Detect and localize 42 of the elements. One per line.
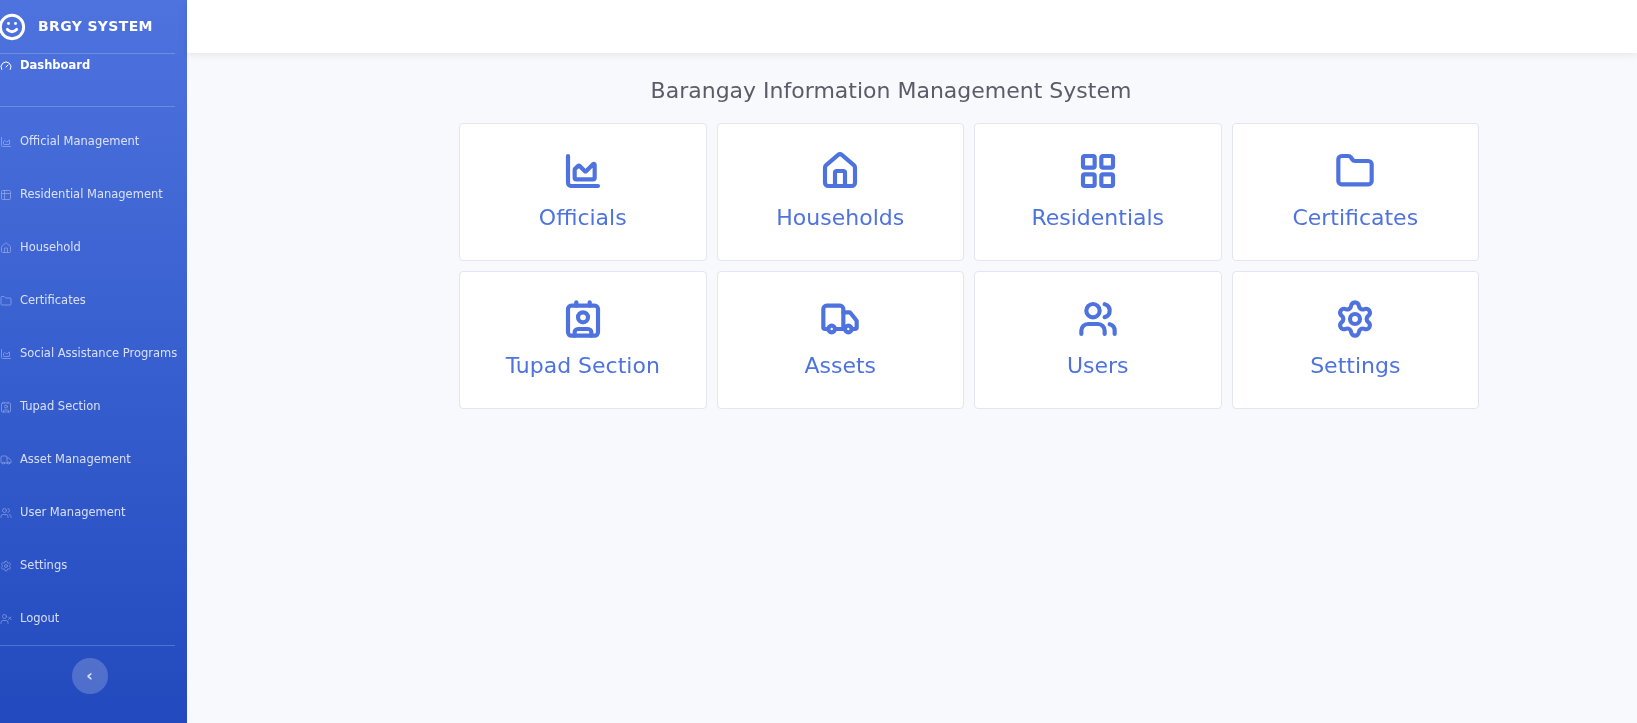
- dashboard-card[interactable]: Settings: [1231, 271, 1479, 409]
- table-icon: [0, 189, 12, 201]
- sidebar-item[interactable]: Certificates: [0, 274, 187, 327]
- dashboard-card[interactable]: Officials: [459, 123, 707, 261]
- sidebar-item[interactable]: Logout: [0, 592, 187, 645]
- dashboard-card[interactable]: Certificates: [1231, 123, 1479, 261]
- smiley-logo-icon: [0, 12, 26, 41]
- dashboard-card[interactable]: Tupad Section: [459, 271, 707, 409]
- house-icon: [0, 242, 12, 254]
- card-label: Tupad Section: [505, 351, 660, 380]
- brand-name: BRGY SYSTEM: [38, 17, 153, 36]
- dashboard-card[interactable]: Users: [974, 271, 1222, 409]
- sidebar-toggle-button[interactable]: ‹: [71, 658, 108, 694]
- chart-icon: [0, 136, 12, 148]
- gauge-icon: [0, 60, 12, 72]
- dashboard-card[interactable]: Residentials: [974, 123, 1222, 261]
- card-label: Settings: [1310, 351, 1401, 380]
- sidebar-item[interactable]: Tupad Section: [0, 380, 187, 433]
- sidebar-item[interactable]: Social Assistance Programs: [0, 327, 187, 380]
- user-x-icon: [0, 613, 12, 625]
- sidebar-item[interactable]: Household: [0, 221, 187, 274]
- card-label: Assets: [804, 351, 877, 380]
- users-icon: [0, 507, 12, 519]
- sidebar-item[interactable]: Dashboard: [0, 54, 187, 106]
- sidebar-item[interactable]: User Management: [0, 486, 187, 539]
- dashboard-card[interactable]: Assets: [716, 271, 964, 409]
- sidebar-item[interactable]: Asset Management: [0, 433, 187, 486]
- card-label: Officials: [538, 203, 627, 232]
- card-label: Users: [1066, 351, 1129, 380]
- folder-icon: [0, 295, 12, 307]
- card-label: Households: [776, 203, 905, 232]
- card-label: Residentials: [1031, 203, 1165, 232]
- truck-icon: [0, 454, 12, 466]
- sidebar-item[interactable]: Settings: [0, 539, 187, 592]
- settings-icon: [0, 560, 12, 572]
- contact-card-icon: [0, 401, 12, 413]
- page-title: Barangay Information Management System: [649, 77, 1133, 105]
- sidebar-item[interactable]: Residential Management: [0, 168, 187, 221]
- sidebar-item[interactable]: Official Management: [0, 115, 187, 168]
- dashboard-card[interactable]: Households: [716, 123, 964, 261]
- card-label: Certificates: [1292, 203, 1419, 232]
- chart-icon: [0, 348, 12, 360]
